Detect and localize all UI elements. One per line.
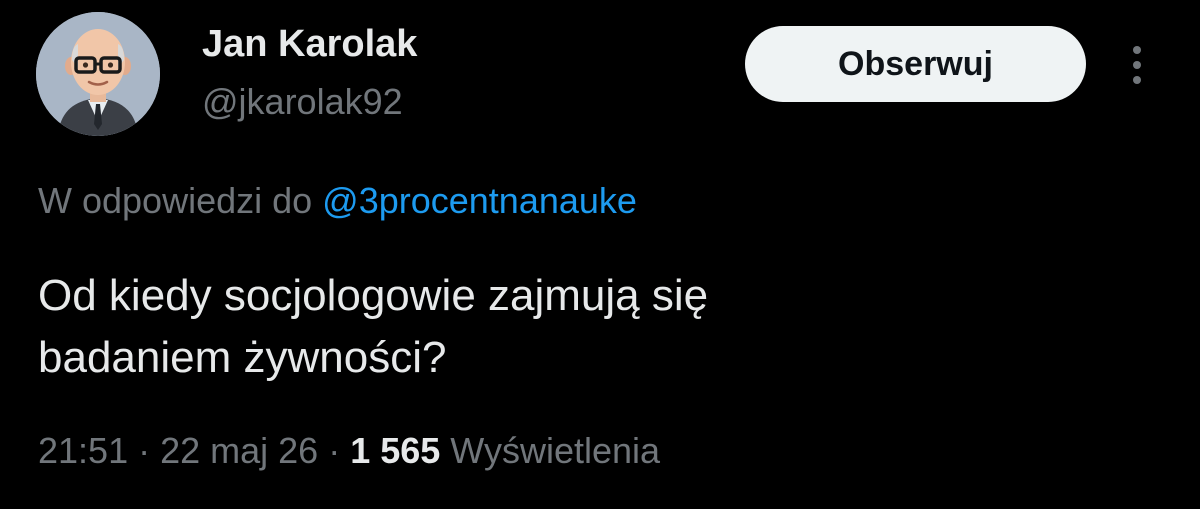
meta-separator: · xyxy=(128,430,161,471)
reply-mention-link[interactable]: @3procentnanauke xyxy=(322,180,637,221)
tweet-meta: 21:51 · 22 maj 26 · 1 565 Wyświetlenia xyxy=(38,426,660,476)
more-options-button[interactable] xyxy=(1118,40,1156,90)
meta-separator: · xyxy=(318,430,351,471)
tweet-text-line: Od kiedy socjologowie zajmują się xyxy=(38,271,709,320)
views-label[interactable]: Wyświetlenia xyxy=(440,430,660,471)
tweet-date[interactable]: 22 maj 26 xyxy=(160,430,318,471)
reply-context: W odpowiedzi do @3procentnanauke xyxy=(38,178,637,224)
tweet-text: Od kiedy socjologowie zajmują się badani… xyxy=(38,265,1158,389)
tweet-time[interactable]: 21:51 xyxy=(38,430,128,471)
avatar[interactable] xyxy=(36,12,160,136)
tweet-card: Jan Karolak @jkarolak92 Obserwuj W odpow… xyxy=(0,0,1200,509)
follow-button[interactable]: Obserwuj xyxy=(745,26,1086,102)
tweet-text-line: badaniem żywności? xyxy=(38,333,447,382)
views-count[interactable]: 1 565 xyxy=(350,430,440,471)
cartoon-man-avatar-icon xyxy=(36,12,160,136)
vertical-ellipsis-icon xyxy=(1133,46,1141,84)
author-handle[interactable]: @jkarolak92 xyxy=(202,79,403,125)
reply-prefix: W odpowiedzi do xyxy=(38,180,323,221)
author-name[interactable]: Jan Karolak xyxy=(202,20,417,68)
